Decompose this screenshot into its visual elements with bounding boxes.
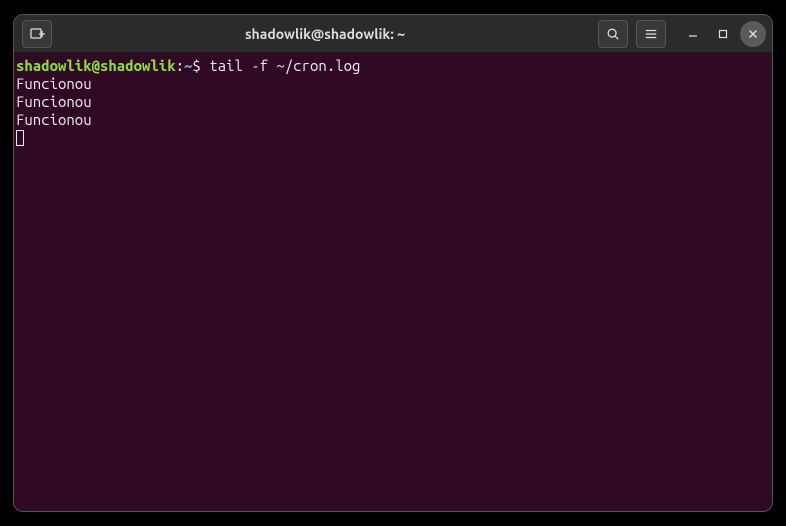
prompt-command: tail -f ~/cron.log (201, 57, 361, 74)
new-tab-button[interactable] (22, 20, 52, 48)
close-icon (748, 29, 758, 39)
prompt-user-host: shadowlik@shadowlik (16, 57, 176, 74)
titlebar-left (20, 20, 54, 48)
cursor-line (16, 129, 770, 147)
minimize-icon (688, 29, 698, 39)
new-tab-icon (29, 26, 45, 42)
maximize-button[interactable] (710, 21, 736, 47)
titlebar: shadowlik@shadowlik: ~ (14, 15, 772, 53)
prompt-colon: : (176, 57, 184, 74)
prompt-symbol: $ (192, 57, 200, 74)
minimize-button[interactable] (680, 21, 706, 47)
close-button[interactable] (740, 21, 766, 47)
prompt-line: shadowlik@shadowlik:~$ tail -f ~/cron.lo… (16, 57, 770, 75)
search-icon (606, 27, 620, 41)
window-title: shadowlik@shadowlik: ~ (54, 26, 596, 42)
menu-button[interactable] (636, 20, 666, 48)
terminal-window: shadowlik@shadowlik: ~ (13, 14, 773, 512)
output-line: Funcionou (16, 111, 770, 129)
terminal-body[interactable]: shadowlik@shadowlik:~$ tail -f ~/cron.lo… (14, 53, 772, 511)
maximize-icon (718, 29, 728, 39)
output-line: Funcionou (16, 93, 770, 111)
hamburger-icon (644, 27, 658, 41)
output-line: Funcionou (16, 75, 770, 93)
terminal-cursor (16, 130, 24, 146)
titlebar-right (596, 20, 766, 48)
search-button[interactable] (598, 20, 628, 48)
